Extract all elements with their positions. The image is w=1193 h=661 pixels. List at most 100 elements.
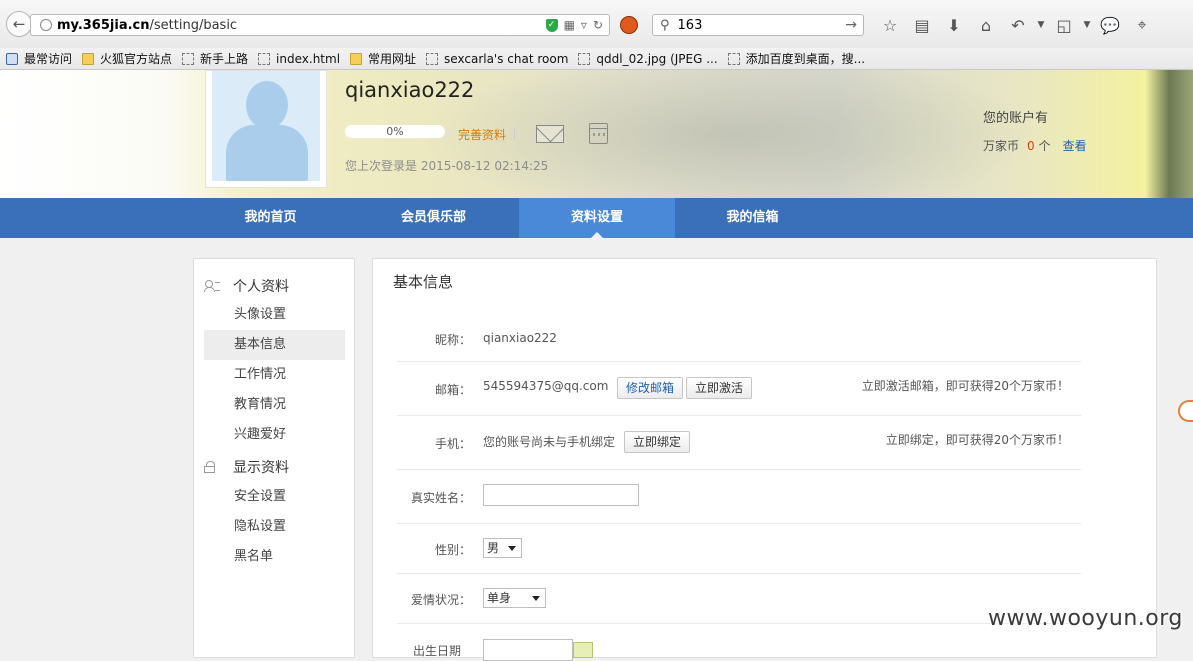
activate-email-button[interactable]: 立即激活: [686, 377, 753, 399]
form-row-realname: 真实姓名：: [397, 469, 1081, 524]
phone-hint: 立即绑定，即可获得20个万家币！: [885, 433, 1069, 447]
sidebar-item-privacy[interactable]: 隐私设置: [204, 512, 345, 542]
search-bar[interactable]: ⚲ →: [652, 14, 864, 36]
page-icon: [426, 52, 439, 65]
bookmarks-star-icon: [6, 52, 18, 65]
form-row-email: 邮箱： 545594375@qq.com 修改邮箱 立即激活 立即激活邮箱，即可…: [397, 361, 1081, 416]
chat-icon[interactable]: 💬: [1094, 13, 1126, 37]
avatar-placeholder-icon: [212, 71, 320, 181]
love-status-label: 爱情状况：: [410, 593, 471, 607]
bookmarks-bar: 最常访问 火狐官方站点 新手上路 index.html 常用网址 sexcarla's c…: [0, 48, 1193, 70]
sidebar-item-blacklist[interactable]: 黑名单: [204, 542, 345, 572]
bookmark-item[interactable]: qddl_02.jpg (JPEG ...: [578, 52, 718, 66]
address-bar[interactable]: my.365jia.cn/setting/basic ✓ ▦ ▿ ↻: [30, 14, 610, 36]
sidebar-item-interests[interactable]: 兴趣爱好: [204, 420, 345, 450]
shield-icon[interactable]: ✓: [545, 18, 558, 32]
sidebar-item-avatar[interactable]: 头像设置: [204, 300, 345, 330]
birthday-label: 出生日期: [413, 644, 462, 658]
settings-sidebar: 个人资料 头像设置 基本信息 工作情况 教育情况 兴趣爱好 显示资料 安全设置 …: [193, 258, 355, 658]
bind-phone-button[interactable]: 立即绑定: [624, 431, 691, 453]
email-value: 545594375@qq.com: [483, 379, 609, 393]
bookmark-item[interactable]: sexcarla's chat room: [426, 52, 568, 66]
page-icon: [578, 52, 591, 65]
bookmark-item[interactable]: 火狐官方站点: [82, 50, 172, 67]
complete-profile-link[interactable]: 完善资料: [458, 126, 506, 143]
url-path: /setting/basic: [149, 17, 238, 33]
bookmark-label: 新手上路: [200, 52, 249, 66]
page-icon: [727, 52, 740, 65]
chevron-down-icon: [532, 596, 540, 601]
divider: [958, 78, 959, 182]
home-icon[interactable]: ⌂: [970, 13, 1002, 37]
sidebar-item-education[interactable]: 教育情况: [204, 390, 345, 420]
nav-tab-club[interactable]: 会员俱乐部: [356, 198, 511, 238]
bookmark-star-icon[interactable]: ☆: [874, 13, 906, 37]
calendar-icon[interactable]: [589, 123, 608, 144]
view-coins-link[interactable]: 查看: [1063, 139, 1087, 153]
nickname-value: qianxiao222: [483, 331, 557, 345]
chevron-down-icon: [508, 546, 516, 551]
bookmark-label: 添加百度到桌面，搜...: [745, 52, 866, 66]
sidebar-item-work[interactable]: 工作情况: [204, 360, 345, 390]
reload-icon[interactable]: ↻: [593, 18, 603, 32]
undo-icon[interactable]: ↶: [1002, 13, 1034, 37]
edit-email-button[interactable]: 修改邮箱: [617, 377, 684, 399]
profile-header: qianxiao222 0% 完善资料 您上次登录是 2015-08-12 02…: [0, 70, 1193, 198]
search-go-arrow-icon[interactable]: →: [845, 17, 857, 33]
search-input[interactable]: [677, 17, 828, 33]
address-bar-icons: ✓ ▦ ▿ ↻: [545, 18, 603, 32]
bookmark-item[interactable]: index.html: [258, 52, 340, 66]
back-arrow-icon: ←: [12, 15, 26, 33]
bookmark-item[interactable]: 添加百度到桌面，搜...: [727, 50, 866, 67]
email-hint: 立即激活邮箱，即可获得20个万家币！: [861, 379, 1069, 393]
gender-label: 性别：: [434, 543, 471, 557]
realname-label: 真实姓名：: [410, 491, 471, 505]
share-icon[interactable]: ◱: [1048, 13, 1080, 37]
share-dropdown-icon[interactable]: ▼: [1080, 13, 1094, 37]
birthday-input[interactable]: [483, 639, 573, 661]
download-icon[interactable]: ⬇: [938, 13, 970, 37]
panel-title: 基本信息: [393, 273, 454, 291]
love-status-select[interactable]: 单身: [483, 588, 546, 608]
nickname-label: 昵称：: [434, 333, 471, 347]
avatar[interactable]: [205, 70, 327, 188]
bookmark-label: 常用网址: [368, 52, 417, 66]
undo-dropdown-icon[interactable]: ▼: [1034, 13, 1048, 37]
url-text[interactable]: my.365jia.cn/setting/basic: [57, 18, 546, 33]
sidebar-group-title: 显示资料: [233, 460, 289, 476]
bookmark-item[interactable]: 最常访问: [6, 50, 72, 67]
date-picker-button[interactable]: [573, 642, 593, 658]
mail-icon[interactable]: [536, 125, 564, 143]
nav-tab-mailbox[interactable]: 我的信箱: [675, 198, 830, 238]
bookmark-item[interactable]: 常用网址: [350, 50, 416, 67]
profile-card-icon: [204, 280, 220, 292]
realname-input[interactable]: [483, 484, 639, 506]
coin-unit: 个: [1038, 139, 1051, 153]
crop-icon[interactable]: ⌖: [1126, 13, 1158, 37]
gender-select[interactable]: 男: [483, 538, 522, 558]
bookmark-item[interactable]: 新手上路: [182, 50, 248, 67]
page-icon: [258, 52, 271, 65]
coin-count: 0: [1027, 139, 1035, 153]
love-status-selected-value: 单身: [487, 591, 512, 605]
floating-side-widget[interactable]: [1178, 400, 1193, 422]
folder-icon: [82, 52, 95, 65]
qr-code-icon[interactable]: ▦: [564, 18, 575, 32]
bookmark-label: 火狐官方站点: [100, 52, 173, 66]
extension-icon[interactable]: [620, 16, 638, 34]
sidebar-group-title: 个人资料: [233, 279, 289, 295]
dropdown-arrow-icon[interactable]: ▿: [581, 18, 587, 32]
nav-tab-settings[interactable]: 资料设置: [519, 198, 675, 238]
coin-balance: 万家币 0 个查看: [983, 137, 1087, 154]
reading-list-icon[interactable]: ▤: [906, 13, 938, 37]
phone-value: 您的账号尚未与手机绑定: [483, 435, 616, 449]
last-login-text: 您上次登录是 2015-08-12 02:14:25: [345, 159, 549, 173]
username: qianxiao222: [345, 78, 475, 102]
progress-text: 0%: [386, 125, 404, 138]
lock-icon: [204, 461, 220, 473]
nav-tab-home[interactable]: 我的首页: [193, 198, 348, 238]
sidebar-item-basic-info[interactable]: 基本信息: [204, 330, 345, 360]
back-button[interactable]: ←: [6, 11, 32, 37]
bookmark-label: 最常访问: [24, 52, 73, 66]
sidebar-item-security[interactable]: 安全设置: [204, 482, 345, 512]
